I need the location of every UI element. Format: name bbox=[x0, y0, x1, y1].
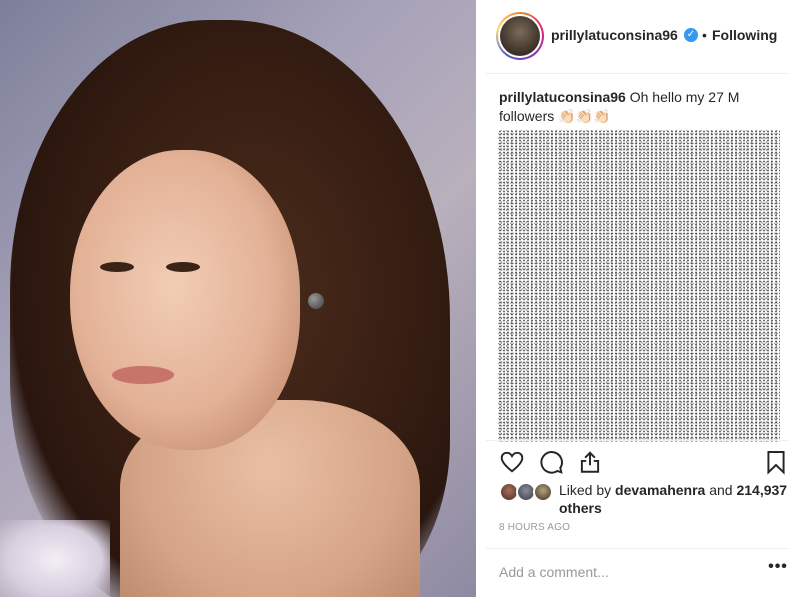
photo-face bbox=[70, 150, 300, 450]
likes-text: Liked by devamahenra and 214,937 others bbox=[559, 481, 789, 517]
post-sidebar: prillylatuconsina96 ✓ • Following prilly… bbox=[476, 0, 794, 597]
avatar-image bbox=[500, 16, 540, 56]
post-caption: prillylatuconsina96 Oh hello my 27 M fol… bbox=[499, 88, 779, 126]
post-header: prillylatuconsina96 ✓ • Following bbox=[486, 0, 789, 74]
likes-section: Liked by devamahenra and 214,937 others bbox=[499, 480, 787, 520]
likes-prefix: Liked by bbox=[559, 482, 612, 498]
post-timestamp[interactable]: 8 HOURS AGO bbox=[499, 522, 570, 533]
photo-lace bbox=[0, 520, 110, 597]
comment-bar: ••• bbox=[486, 548, 789, 597]
comment-bubble-icon[interactable] bbox=[538, 449, 564, 475]
redacted-comments-area bbox=[498, 130, 780, 442]
post-actions-bar bbox=[486, 440, 789, 480]
caption-username[interactable]: prillylatuconsina96 bbox=[499, 89, 626, 105]
more-options-icon[interactable]: ••• bbox=[768, 559, 788, 580]
verified-badge-icon: ✓ bbox=[684, 28, 698, 42]
bookmark-icon[interactable] bbox=[763, 449, 789, 475]
header-separator: • bbox=[702, 27, 707, 43]
photo-eye-left bbox=[100, 262, 134, 272]
liker-avatars[interactable] bbox=[499, 482, 555, 502]
photo-eye-right bbox=[166, 262, 200, 272]
share-icon[interactable] bbox=[577, 449, 603, 475]
photo-earring bbox=[308, 293, 324, 309]
likes-user-link[interactable]: devamahenra bbox=[615, 482, 705, 498]
comment-input[interactable] bbox=[499, 562, 739, 582]
following-button[interactable]: Following bbox=[712, 27, 777, 43]
photo-lips bbox=[112, 366, 174, 384]
post-photo[interactable] bbox=[0, 0, 476, 597]
likes-conjunction: and bbox=[709, 482, 733, 498]
author-avatar[interactable] bbox=[496, 12, 544, 60]
heart-icon[interactable] bbox=[499, 449, 525, 475]
liker-avatar bbox=[533, 482, 553, 502]
author-username[interactable]: prillylatuconsina96 bbox=[551, 27, 678, 43]
